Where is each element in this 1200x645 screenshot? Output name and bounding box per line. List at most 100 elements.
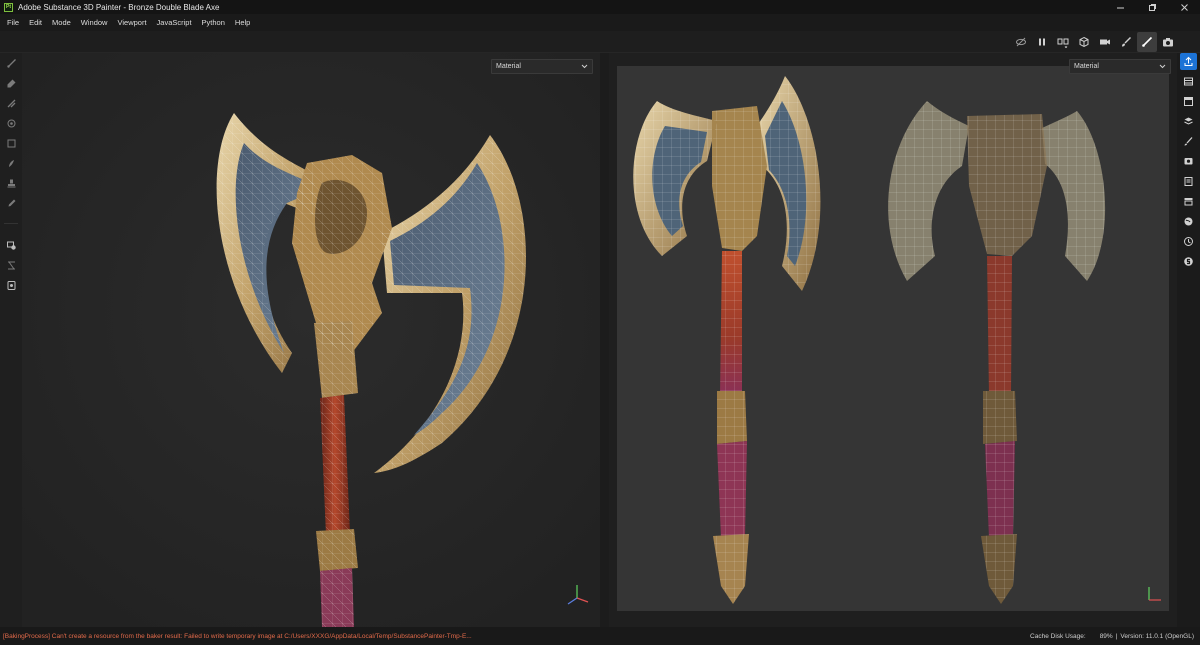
hide-button[interactable] [1011, 32, 1031, 52]
restore-icon [1148, 3, 1156, 11]
paint-mode-button[interactable] [1137, 32, 1157, 52]
properties-icon [1184, 177, 1193, 186]
viewport-splitter[interactable] [600, 53, 609, 627]
close-button[interactable] [1168, 0, 1200, 14]
screenshot-button[interactable] [1158, 32, 1178, 52]
title-bar: Pt Adobe Substance 3D Painter - Bronze D… [0, 0, 1200, 14]
geometry-mask-tool[interactable] [5, 117, 17, 129]
menu-javascript[interactable]: JavaScript [152, 18, 197, 27]
cache-disk-value: 89% [1099, 632, 1113, 640]
paint-brush-icon [6, 58, 16, 68]
export-icon [1184, 56, 1193, 66]
projection-icon [7, 99, 15, 107]
substance-button[interactable] [1180, 253, 1197, 270]
shelf-icon [1184, 198, 1193, 206]
camera-mode-button[interactable] [1074, 32, 1094, 52]
screenshot-icon [1163, 38, 1173, 47]
smudge-tool[interactable] [5, 157, 17, 169]
tool-strip [0, 53, 22, 627]
window-title: Adobe Substance 3D Painter - Bronze Doub… [18, 2, 220, 12]
chevron-down-icon [581, 64, 588, 69]
axis-gizmo-2d [1148, 587, 1161, 601]
polygon-fill-icon [7, 139, 15, 147]
environment-icon [1184, 217, 1193, 226]
uv-tool[interactable] [5, 279, 17, 291]
minimize-icon [1116, 7, 1124, 8]
menu-viewport[interactable]: Viewport [112, 18, 151, 27]
uv-icon [7, 280, 15, 290]
measure-icon [7, 261, 15, 269]
menu-python[interactable]: Python [197, 18, 230, 27]
axe-3d-render [22, 53, 600, 627]
split-view-button[interactable] [1053, 32, 1073, 52]
display-icon [1184, 158, 1193, 165]
clone-stamp-icon [7, 179, 15, 187]
close-icon [1180, 3, 1188, 11]
restore-button[interactable] [1136, 0, 1168, 14]
window-controls [1104, 0, 1200, 14]
texture-set-icon [1184, 97, 1193, 106]
geometry-mask-icon [7, 119, 15, 127]
layers-button[interactable] [1180, 113, 1197, 130]
polygon-fill-tool[interactable] [5, 137, 17, 149]
smudge-icon [8, 159, 14, 167]
export-panel-button[interactable] [1180, 53, 1197, 70]
pause-icon [1039, 38, 1045, 46]
version-label: Version: 11.0.1 (OpenGL) [1120, 632, 1194, 640]
status-separator: | [1115, 632, 1118, 640]
viewport-2d-container: Material [609, 53, 1177, 627]
minimize-button[interactable] [1104, 0, 1136, 14]
paintbrush-icon [1142, 36, 1153, 47]
status-bar: [BakingProcess] Can't create a resource … [0, 627, 1200, 645]
measure-tool[interactable] [5, 259, 17, 271]
history-button[interactable] [1180, 233, 1197, 250]
bake-icon [6, 241, 16, 250]
chevron-down-icon [1159, 64, 1166, 69]
viewport-toolbar [1011, 32, 1178, 52]
viewport-2d[interactable] [617, 66, 1169, 611]
layers-stack-icon [1184, 77, 1193, 86]
channel-dropdown-3d-value: Material [496, 63, 521, 70]
paint-tool[interactable] [5, 57, 17, 69]
channel-dropdown-3d[interactable]: Material [491, 59, 593, 74]
layers-stack-button[interactable] [1180, 73, 1197, 90]
eyedropper-icon [8, 199, 15, 206]
color-picker-tool[interactable] [5, 197, 17, 209]
hide-icon [1016, 37, 1026, 47]
eraser-tool[interactable] [5, 77, 17, 89]
brush-settings-icon [1184, 137, 1193, 146]
camera-button[interactable] [1095, 32, 1115, 52]
pause-button[interactable] [1032, 32, 1052, 52]
environment-button[interactable] [1180, 213, 1197, 230]
brush-icon [1122, 37, 1131, 47]
menu-window[interactable]: Window [76, 18, 113, 27]
history-icon [1184, 237, 1193, 246]
menu-file[interactable]: File [2, 18, 24, 27]
main-toolbar [0, 31, 1200, 53]
menu-edit[interactable]: Edit [24, 18, 47, 27]
display-settings-button[interactable] [1180, 153, 1197, 170]
shelf-button[interactable] [1180, 193, 1197, 210]
texture-set-button[interactable] [1180, 93, 1197, 110]
split-view-icon [1057, 38, 1069, 48]
clone-tool[interactable] [5, 177, 17, 189]
status-error-message[interactable]: [BakingProcess] Can't create a resource … [0, 633, 472, 640]
menu-help[interactable]: Help [230, 18, 255, 27]
menu-mode[interactable]: Mode [47, 18, 76, 27]
properties-button[interactable] [1180, 173, 1197, 190]
bake-tool[interactable] [5, 239, 17, 251]
axe-uv-render [633, 76, 1161, 604]
cube-icon [1079, 36, 1089, 48]
channel-dropdown-2d[interactable]: Material [1069, 59, 1171, 74]
tool-divider [4, 223, 18, 224]
brush-button[interactable] [1116, 32, 1136, 52]
app-logo: Pt [4, 2, 13, 12]
camera-icon [1100, 39, 1110, 45]
status-info: Cache Disk Usage: 89% | Version: 11.0.1 … [1030, 627, 1194, 645]
viewport-3d[interactable]: Material [22, 53, 600, 627]
brush-settings-button[interactable] [1180, 133, 1197, 150]
substance-icon [1184, 257, 1193, 266]
layers-icon [1184, 117, 1193, 125]
projection-tool[interactable] [5, 97, 17, 109]
cache-disk-label: Cache Disk Usage: [1030, 632, 1086, 640]
